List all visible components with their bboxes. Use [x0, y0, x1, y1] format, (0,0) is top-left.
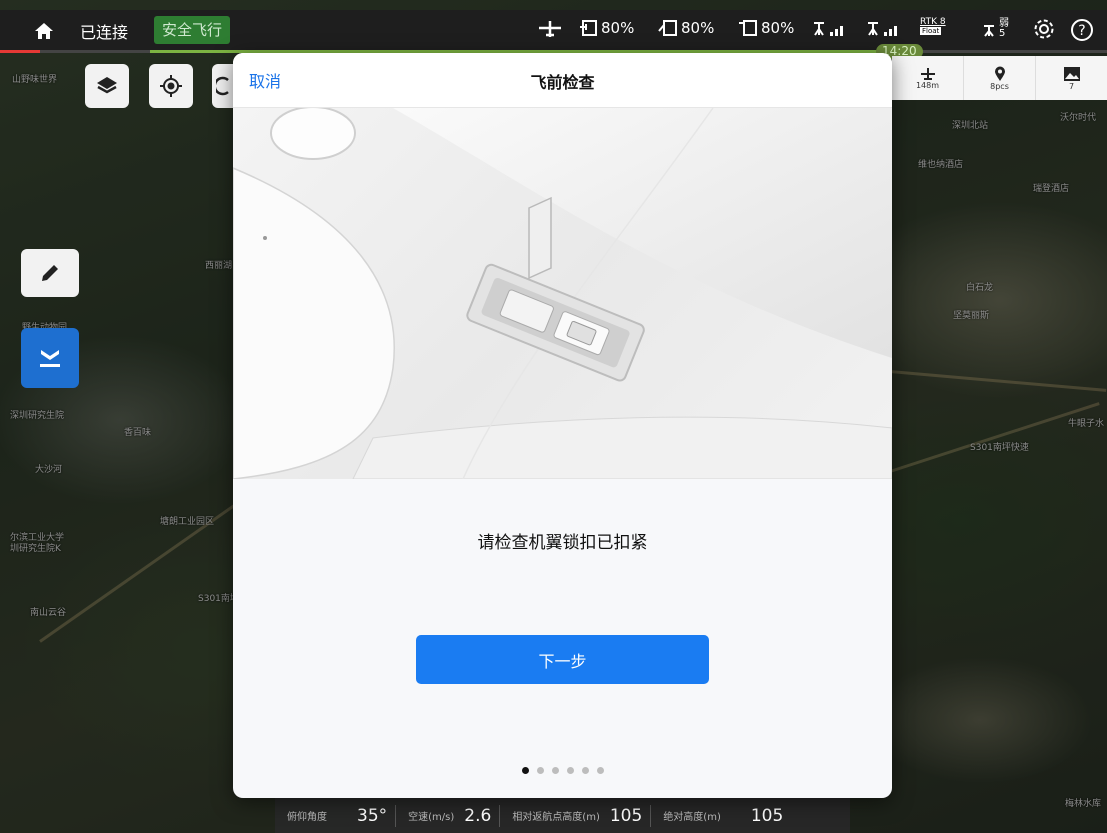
step-dot: [536, 767, 544, 774]
step-dot: [581, 767, 589, 774]
aircraft-battery-value: 80%: [601, 19, 635, 37]
rc-battery-icon: [658, 20, 677, 36]
satellite-status: 弱 5: [982, 19, 1009, 39]
aircraft-mode-icon: [537, 19, 563, 39]
remote-battery-icon: [739, 20, 757, 36]
airspeed-label: 空速(m/s): [408, 812, 455, 823]
home-icon[interactable]: [34, 22, 54, 44]
relative-altitude-value: 105: [609, 805, 643, 826]
rtk-float-badge: Float: [920, 27, 942, 35]
step-dot: [596, 767, 604, 774]
step-dot: [551, 767, 559, 774]
telemetry-bar: 俯仰角度 35° 空速(m/s) 2.6 相对返航点高度(m) 105 绝对高度…: [275, 798, 850, 833]
remote-battery: 80%: [738, 19, 794, 37]
wing-latch-illustration: [233, 108, 892, 479]
absolute-altitude-label: 绝对高度(m): [663, 812, 721, 823]
aircraft-battery: 80%: [578, 19, 634, 37]
location-pin-icon: [994, 66, 1005, 81]
settings-gear-icon[interactable]: [1033, 18, 1055, 40]
layers-icon: [97, 77, 117, 94]
rc-signal-icon: [812, 19, 848, 39]
dialog-title: 飞前检查: [530, 73, 595, 92]
image-icon: [1063, 66, 1080, 81]
pencil-icon: [42, 265, 58, 281]
relative-altitude-label: 相对返航点高度(m): [512, 812, 600, 823]
distance-stat: 148m: [892, 56, 964, 100]
connection-status: 已连接: [80, 23, 129, 42]
rc-battery: 80%: [658, 19, 714, 37]
distance-value: 148m: [915, 80, 940, 90]
instruction-text: 请检查机翼锁扣已扣紧: [477, 533, 648, 553]
edit-route-button[interactable]: [21, 249, 79, 297]
refresh-icon: [216, 76, 229, 96]
satellite-count: 5: [999, 28, 1006, 39]
dialog-header: 取消 飞前检查: [233, 53, 892, 108]
progress-red-segment: [0, 50, 40, 53]
remote-battery-value: 80%: [761, 19, 795, 37]
rtk-count: 8: [939, 17, 946, 27]
aircraft-battery-icon: [580, 20, 597, 36]
photo-stat: 7: [1036, 56, 1107, 100]
pitch-value: 35°: [357, 805, 388, 826]
photo-count: 7: [1068, 81, 1075, 91]
svg-text:?: ?: [1078, 23, 1085, 39]
video-signal-icon: [866, 19, 902, 39]
aircraft-distance-icon: [920, 67, 935, 80]
divider: [395, 804, 397, 827]
airspeed-value: 2.6: [464, 805, 492, 826]
locate-icon: [160, 75, 182, 97]
step-dot: [521, 767, 529, 774]
rc-battery-value: 80%: [681, 19, 715, 37]
map-extra-button[interactable]: [212, 64, 234, 108]
preflight-check-dialog: 取消 飞前检查 请检查机翼锁扣已扣紧 下一步: [233, 53, 892, 798]
step-dot: [566, 767, 574, 774]
mission-stats-panel: 148m 8pcs 7: [892, 56, 1107, 100]
rtk-status: RTK 8 Float: [920, 17, 946, 35]
waypoint-count: 8pcs: [990, 81, 1009, 91]
rtk-label: RTK: [920, 17, 937, 27]
step-indicator: [233, 767, 892, 774]
absolute-altitude-value: 105: [750, 805, 784, 826]
takeoff-icon: [40, 350, 60, 367]
next-step-button[interactable]: 下一步: [416, 635, 709, 684]
pitch-label: 俯仰角度: [287, 812, 327, 823]
divider: [650, 804, 652, 827]
satellite-icon: [984, 25, 994, 37]
help-icon[interactable]: ?: [1070, 18, 1094, 42]
locate-button[interactable]: [149, 64, 193, 108]
divider: [499, 804, 501, 827]
map-layers-button[interactable]: [85, 64, 129, 108]
takeoff-button[interactable]: [21, 328, 79, 388]
flight-status-badge: 安全飞行: [154, 16, 231, 44]
waypoint-stat: 8pcs: [964, 56, 1036, 100]
top-status-bar: 已连接 安全飞行 80% 80% 80% RTK 8 Float 弱 5 ?: [0, 10, 1107, 52]
